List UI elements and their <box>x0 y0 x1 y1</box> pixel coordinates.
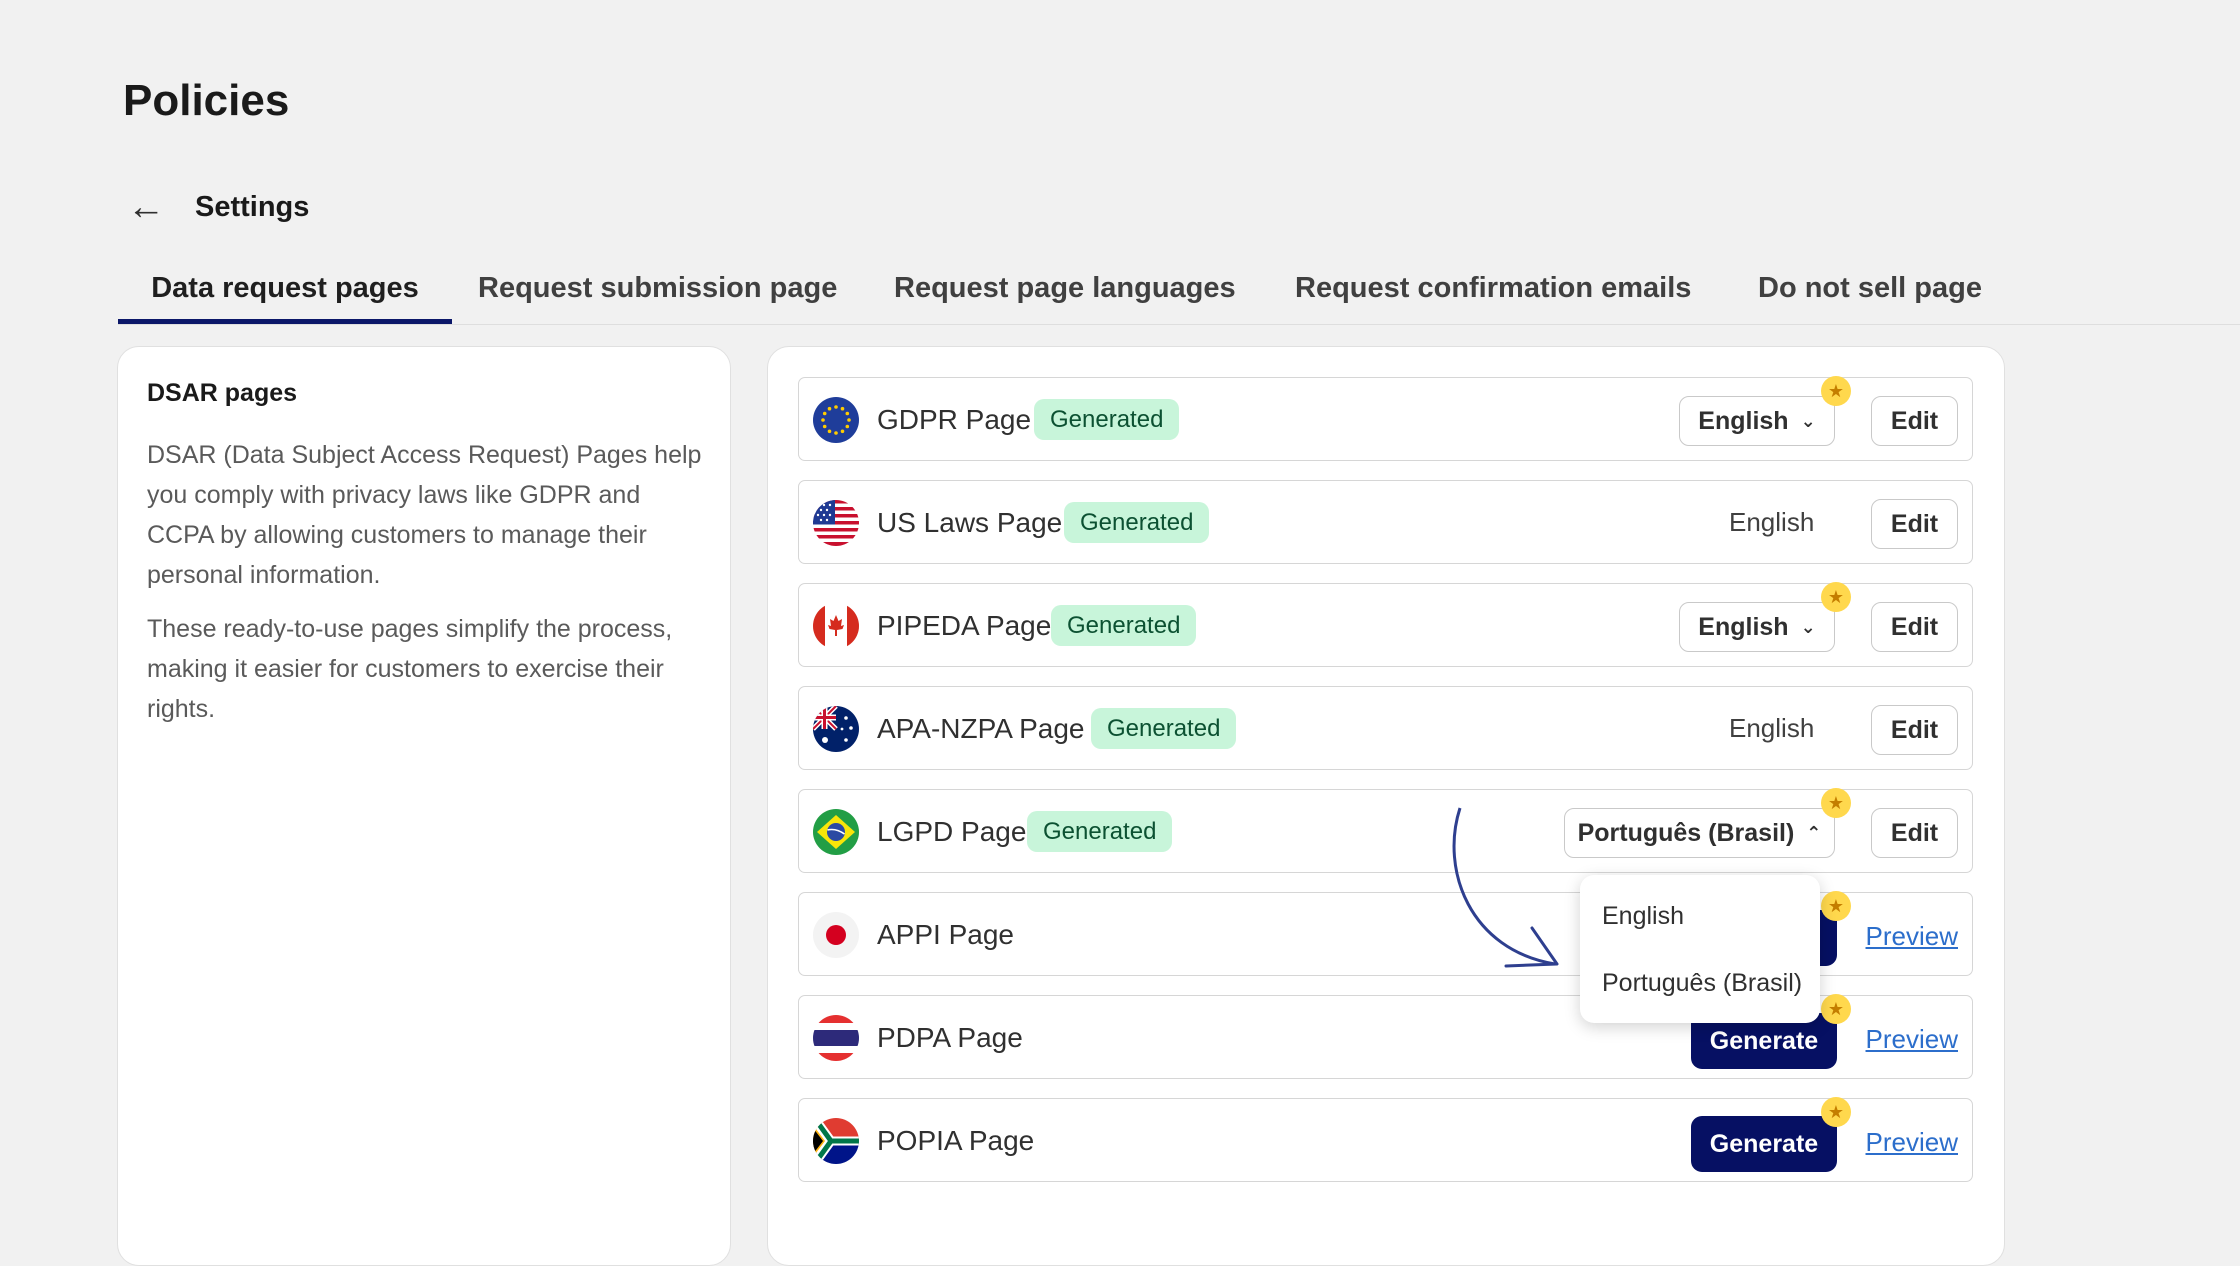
list-item-gdpr: GDPR Page Generated English ⌄ ★ Edit <box>798 376 1973 461</box>
star-icon: ★ <box>1821 376 1851 406</box>
status-badge: Generated <box>1051 605 1197 646</box>
dsar-description: DSAR (Data Subject Access Request) Pages… <box>147 441 702 589</box>
page-name: LGPD Page <box>877 816 1027 847</box>
australia-flag-icon <box>813 706 859 752</box>
page-name: APPI Page <box>877 919 1014 950</box>
status-badge: Generated <box>1027 811 1173 852</box>
list-item-popia: POPIA Page Generate ★ Preview <box>798 1097 1973 1182</box>
page-name: APA-NZPA Page <box>877 713 1085 744</box>
canada-flag-icon <box>813 603 859 649</box>
back-arrow-icon[interactable]: ← <box>127 188 165 226</box>
list-item-lgpd: LGPD Page Generated Português (Brasil) ⌃ … <box>798 788 1973 873</box>
star-icon: ★ <box>1821 994 1851 1024</box>
star-icon: ★ <box>1821 582 1851 612</box>
tab-request-page-languages[interactable]: Request page languages <box>894 264 1236 322</box>
chevron-down-icon: ⌄ <box>1800 410 1816 431</box>
chevron-down-icon: ⌄ <box>1800 616 1816 637</box>
generate-button[interactable]: Generate <box>1691 1116 1837 1172</box>
dropdown-option-portuguese[interactable]: Português (Brasil) <box>1602 969 1802 998</box>
preview-link[interactable]: Preview <box>1866 1024 1958 1055</box>
tab-do-not-sell-page[interactable]: Do not sell page <box>1758 264 1982 322</box>
list-item-pipeda: PIPEDA Page Generated English ⌄ ★ Edit <box>798 582 1973 667</box>
page-title: Policies <box>123 76 290 125</box>
south-africa-flag-icon <box>813 1118 859 1164</box>
list-item-apa-nzpa: APA-NZPA Page Generated English Edit <box>798 686 1973 770</box>
star-icon: ★ <box>1821 788 1851 818</box>
back-label: Settings <box>195 190 310 223</box>
preview-link[interactable]: Preview <box>1866 921 1958 952</box>
star-icon: ★ <box>1821 1097 1851 1127</box>
status-badge: Generated <box>1064 502 1210 543</box>
language-select[interactable]: English ⌄ <box>1679 602 1835 652</box>
tab-data-request-pages[interactable]: Data request pages <box>118 264 452 324</box>
language-label: English <box>1729 713 1815 743</box>
language-dropdown-menu: English Português (Brasil) <box>1580 875 1820 1023</box>
tab-bar: Data request pages Request submission pa… <box>118 264 2240 325</box>
edit-button[interactable]: Edit <box>1871 602 1958 652</box>
dsar-pages-list: GDPR Page Generated English ⌄ ★ Edit US L… <box>767 346 2005 1266</box>
dropdown-option-english[interactable]: English <box>1602 902 1684 931</box>
edit-button[interactable]: Edit <box>1871 396 1958 446</box>
page-name: PIPEDA Page <box>877 610 1052 641</box>
edit-button[interactable]: Edit <box>1871 499 1958 549</box>
dsar-card-title: DSAR pages <box>147 379 298 407</box>
annotation-arrow-icon <box>1452 807 1559 968</box>
language-select[interactable]: English ⌄ <box>1679 396 1835 446</box>
page-name: PDPA Page <box>877 1022 1023 1053</box>
language-select[interactable]: Português (Brasil) ⌃ <box>1564 808 1835 858</box>
brazil-flag-icon <box>813 809 859 855</box>
tab-request-submission-page[interactable]: Request submission page <box>478 264 837 322</box>
dsar-description-2: These ready-to-use pages simplify the pr… <box>147 615 673 723</box>
dsar-info-card: DSAR pages DSAR (Data Subject Access Req… <box>117 346 731 1266</box>
status-badge: Generated <box>1034 399 1180 440</box>
back-navigation: ← Settings <box>127 188 309 226</box>
page-name: GDPR Page <box>877 404 1032 435</box>
list-item-us-laws: US Laws Page Generated English Edit <box>798 480 1973 564</box>
tab-request-confirmation-emails[interactable]: Request confirmation emails <box>1295 264 1691 322</box>
star-icon: ★ <box>1821 891 1851 921</box>
chevron-up-icon: ⌃ <box>1806 822 1822 843</box>
edit-button[interactable]: Edit <box>1871 808 1958 858</box>
eu-flag-icon <box>813 397 859 443</box>
thailand-flag-icon <box>813 1015 859 1061</box>
preview-link[interactable]: Preview <box>1866 1127 1958 1158</box>
us-flag-icon <box>813 500 859 546</box>
japan-flag-icon <box>813 912 859 958</box>
edit-button[interactable]: Edit <box>1871 705 1958 755</box>
status-badge: Generated <box>1091 708 1237 749</box>
language-label: English <box>1729 507 1815 537</box>
page-name: US Laws Page <box>877 507 1063 538</box>
page-name: POPIA Page <box>877 1125 1035 1156</box>
